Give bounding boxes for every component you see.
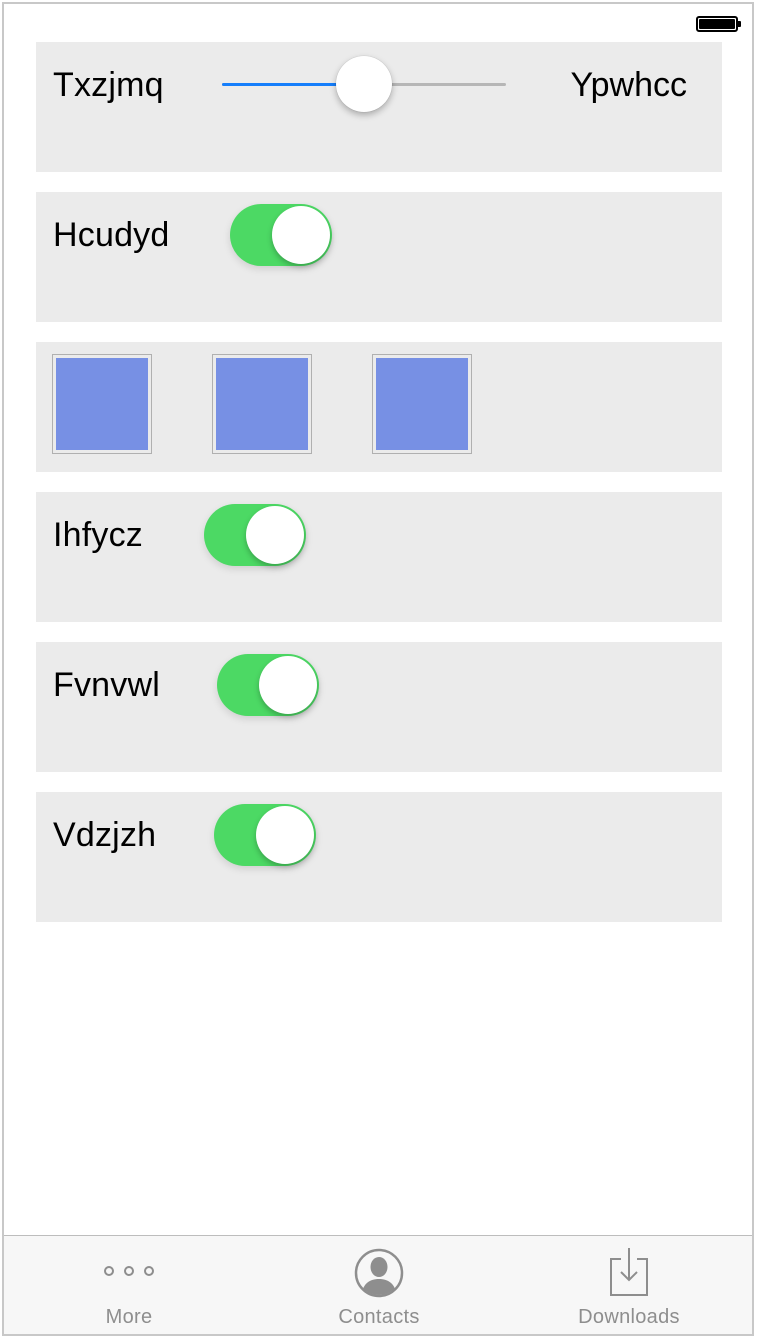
status-bar <box>4 4 752 44</box>
slider[interactable] <box>222 54 506 114</box>
toggle-row: Vdzjzh <box>36 792 722 922</box>
toggle-knob <box>259 656 317 714</box>
tab-more[interactable]: More <box>4 1236 254 1334</box>
slider-row: Txzjmq Ypwhcc <box>36 42 722 172</box>
toggle-switch[interactable] <box>204 504 306 566</box>
toggle-switch[interactable] <box>217 654 319 716</box>
toggle-label: Ihfycz <box>53 516 144 554</box>
color-square[interactable] <box>372 354 472 454</box>
toggle-knob <box>272 206 330 264</box>
toggle-label: Vdzjzh <box>53 816 157 854</box>
tab-bar: More Contacts Downloads <box>4 1235 752 1334</box>
toggle-knob <box>246 506 304 564</box>
contacts-icon <box>352 1246 406 1305</box>
battery-tip <box>738 21 741 27</box>
color-square[interactable] <box>52 354 152 454</box>
battery-icon <box>696 16 738 32</box>
color-square[interactable] <box>212 354 312 454</box>
tab-label: Contacts <box>338 1306 420 1328</box>
app-screen: Txzjmq Ypwhcc Hcudyd Ihfycz Fvnvwl Vdzjz… <box>2 2 754 1336</box>
toggle-label: Hcudyd <box>53 216 170 254</box>
tab-label: More <box>105 1306 153 1328</box>
toggle-row: Hcudyd <box>36 192 722 322</box>
square-row <box>36 342 722 472</box>
downloads-icon <box>604 1246 654 1305</box>
slider-min-label: Txzjmq <box>53 66 164 104</box>
toggle-row: Ihfycz <box>36 492 722 622</box>
tab-label: Downloads <box>578 1306 680 1328</box>
toggle-row: Fvnvwl <box>36 642 722 772</box>
more-icon <box>99 1246 159 1301</box>
slider-max-label: Ypwhcc <box>570 66 687 104</box>
tab-contacts[interactable]: Contacts <box>254 1236 504 1334</box>
toggle-knob <box>256 806 314 864</box>
tab-downloads[interactable]: Downloads <box>504 1236 752 1334</box>
toggle-switch[interactable] <box>214 804 316 866</box>
toggle-label: Fvnvwl <box>53 666 160 704</box>
toggle-switch[interactable] <box>230 204 332 266</box>
slider-thumb[interactable] <box>336 56 392 112</box>
